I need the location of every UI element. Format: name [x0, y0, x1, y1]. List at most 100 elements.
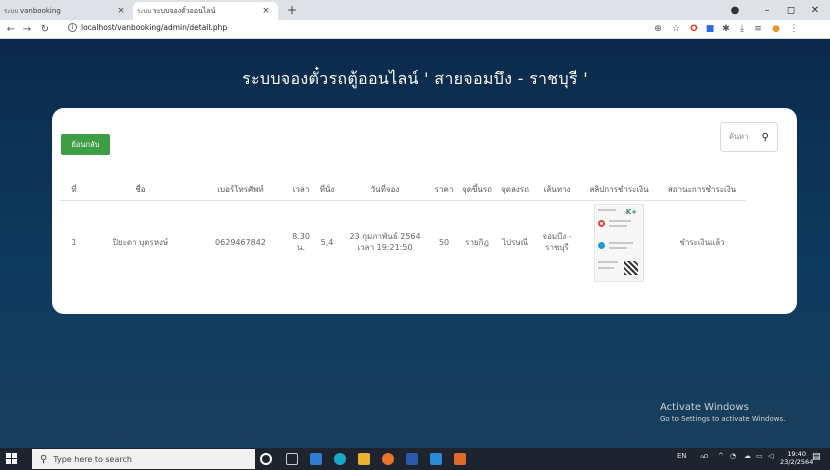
edge-icon[interactable]	[334, 453, 346, 465]
task-view-icon[interactable]	[286, 453, 298, 465]
col-header-name: ชื่อ	[88, 180, 193, 201]
col-header-seat: ที่นั่ง	[314, 180, 340, 201]
slip-line	[609, 220, 631, 223]
address-bar-row: ← → ↻ i localhost/vanbooking/admin/detai…	[0, 20, 830, 39]
cortana-icon[interactable]	[260, 453, 272, 465]
slip-bank-icon	[598, 220, 605, 228]
search-box[interactable]: ค้นหา ⚲	[720, 122, 778, 152]
cell-name: ปิยะดา บุตรหงษ์	[112, 237, 169, 247]
people-icon[interactable]: ഹ	[700, 452, 708, 461]
table-row: 1 ปิยะดา บุตรหงษ์ 0629467842 8.30 น. 5,4…	[60, 200, 746, 286]
language-indicator[interactable]: EN	[677, 452, 687, 460]
clock-date: 23/2/2564	[780, 457, 814, 466]
taskbar-clock[interactable]: 19:40 23/2/2564	[780, 450, 814, 467]
teamviewer-icon[interactable]	[310, 453, 322, 465]
cell-phone: 0629467842	[215, 237, 266, 247]
cell-dropoff: ไปรษณี	[501, 237, 529, 247]
back-arrow-icon[interactable]: ←	[4, 22, 18, 36]
taskbar: ⚲ Type here to search EN ഹ ^ ◔ ☁ ▭ ◁ 19:…	[0, 448, 830, 470]
cell-pickup: รายกิฎ	[465, 237, 489, 247]
browser-tab-active[interactable]: ระบบ ระบบจองตั๋วออนไลน์ ×	[133, 2, 278, 20]
close-window-button[interactable]: ✕	[804, 2, 826, 18]
back-button[interactable]: ย้อนกลับ	[61, 134, 110, 155]
cell-no: 1	[71, 237, 77, 247]
booking-table: ที่ ชื่อ เบอร์โทรศัพท์ เวลา ที่นั่ง วันท…	[60, 180, 746, 286]
col-header-pickup: จุดขึ้นรถ	[458, 180, 496, 201]
activate-windows-watermark: Activate Windows Go to Settings to activ…	[660, 402, 785, 423]
chrome-icon[interactable]	[382, 453, 394, 465]
opera-extension-icon[interactable]: O	[688, 23, 700, 35]
taskbar-search-placeholder: Type here to search	[53, 454, 132, 464]
taskbar-search-box[interactable]: ⚲ Type here to search	[32, 449, 255, 469]
bookmark-star-icon[interactable]: ☆	[670, 23, 682, 35]
col-header-time: เวลา	[288, 180, 314, 201]
download-icon[interactable]: ⤓	[736, 23, 748, 35]
kplus-logo-icon: K+	[625, 208, 637, 217]
slip-line	[598, 209, 616, 212]
windows-start-icon[interactable]	[6, 453, 18, 465]
forward-arrow-icon[interactable]: →	[20, 22, 34, 36]
extension-icon[interactable]: ■	[704, 23, 716, 35]
zoom-icon[interactable]: ⊕	[652, 23, 664, 35]
tab-favicon: ระบบ	[3, 8, 19, 15]
watermark-title: Activate Windows	[660, 402, 749, 413]
tab-favicon: ระบบ	[136, 8, 152, 15]
xampp-icon[interactable]	[454, 453, 466, 465]
network-icon[interactable]: ◔	[730, 452, 736, 460]
vscode-icon[interactable]	[430, 453, 442, 465]
cell-price: 50	[438, 237, 450, 247]
reload-icon[interactable]: ↻	[38, 22, 52, 36]
menu-icon[interactable]: ⋮	[788, 23, 800, 35]
col-header-booking-date: วันที่จอง	[340, 180, 430, 201]
col-header-route: เส้นทาง	[534, 180, 580, 201]
booking-detail-card: ย้อนกลับ ค้นหา ⚲ ที่ ชื่อ เบอร์โทรศัพท์ …	[52, 108, 797, 314]
browser-tab-vanbooking[interactable]: ระบบ vanbooking ×	[0, 2, 133, 20]
payment-slip-image[interactable]: K+	[594, 204, 644, 283]
col-header-payment-status: สถานะการชำระเงิน	[658, 180, 746, 201]
profile-avatar-icon[interactable]: ●	[770, 23, 782, 35]
slip-line	[609, 225, 627, 228]
search-placeholder: ค้นหา	[729, 132, 749, 141]
col-header-payment-slip: สลิปการชำระเงิน	[580, 180, 658, 201]
word-icon[interactable]	[406, 453, 418, 465]
col-header-dropoff: จุดลงรถ	[496, 180, 534, 201]
close-tab-icon[interactable]: ×	[115, 6, 127, 16]
table-header-row: ที่ ชื่อ เบอร์โทรศัพท์ เวลา ที่นั่ง วันท…	[60, 180, 746, 201]
notification-icon[interactable]: ▤	[812, 452, 824, 464]
search-icon: ⚲	[40, 453, 48, 465]
page-title: ระบบจองตั๋วรถตู้ออนไลน์ ' สายจอมบึง - รา…	[242, 69, 588, 88]
new-tab-button[interactable]: +	[284, 2, 300, 18]
cell-payment-slip: K+	[580, 200, 658, 286]
cell-route: จอมบึง - ราชบุรี	[542, 232, 572, 253]
slip-bank-icon	[598, 242, 605, 250]
tab-title: vanbooking	[20, 7, 61, 15]
slip-line	[609, 247, 627, 250]
tray-chevron-icon[interactable]: ^	[718, 452, 724, 460]
col-header-price: ราคา	[430, 180, 458, 201]
onedrive-icon[interactable]: ☁	[744, 452, 751, 460]
qr-code-icon	[624, 261, 638, 276]
info-icon[interactable]: i	[68, 23, 77, 32]
search-icon[interactable]: ⚲	[762, 132, 769, 143]
file-explorer-icon[interactable]	[358, 453, 370, 465]
battery-icon[interactable]: ▭	[756, 452, 763, 460]
cell-seat: 5,4	[320, 237, 334, 247]
slip-line	[609, 242, 633, 245]
cell-payment-status: ชำระเงินแล้ว	[679, 237, 725, 247]
extension-icon[interactable]: ✱	[720, 23, 732, 35]
slip-line	[598, 261, 618, 264]
volume-icon[interactable]: ◁	[768, 452, 773, 460]
reading-list-icon[interactable]: ≡	[752, 23, 764, 35]
url-text: localhost/vanbooking/admin/detail.php	[81, 23, 228, 32]
slip-line	[598, 267, 614, 270]
watermark-subtitle: Go to Settings to activate Windows.	[660, 415, 786, 423]
col-header-phone: เบอร์โทรศัพท์	[193, 180, 288, 201]
url-field[interactable]: i localhost/vanbooking/admin/detail.php	[68, 23, 227, 32]
account-icon[interactable]: ●	[724, 2, 746, 18]
col-header-no: ที่	[60, 180, 88, 201]
cell-booking-date: 23 กุมภาพันธ์ 2564 เวลา 19:21:50	[349, 232, 421, 253]
page-body: ระบบจองตั๋วรถตู้ออนไลน์ ' สายจอมบึง - รา…	[0, 39, 830, 448]
maximize-button[interactable]: ◻	[780, 2, 802, 18]
close-tab-icon[interactable]: ×	[260, 6, 272, 16]
minimize-button[interactable]: –	[756, 2, 778, 18]
